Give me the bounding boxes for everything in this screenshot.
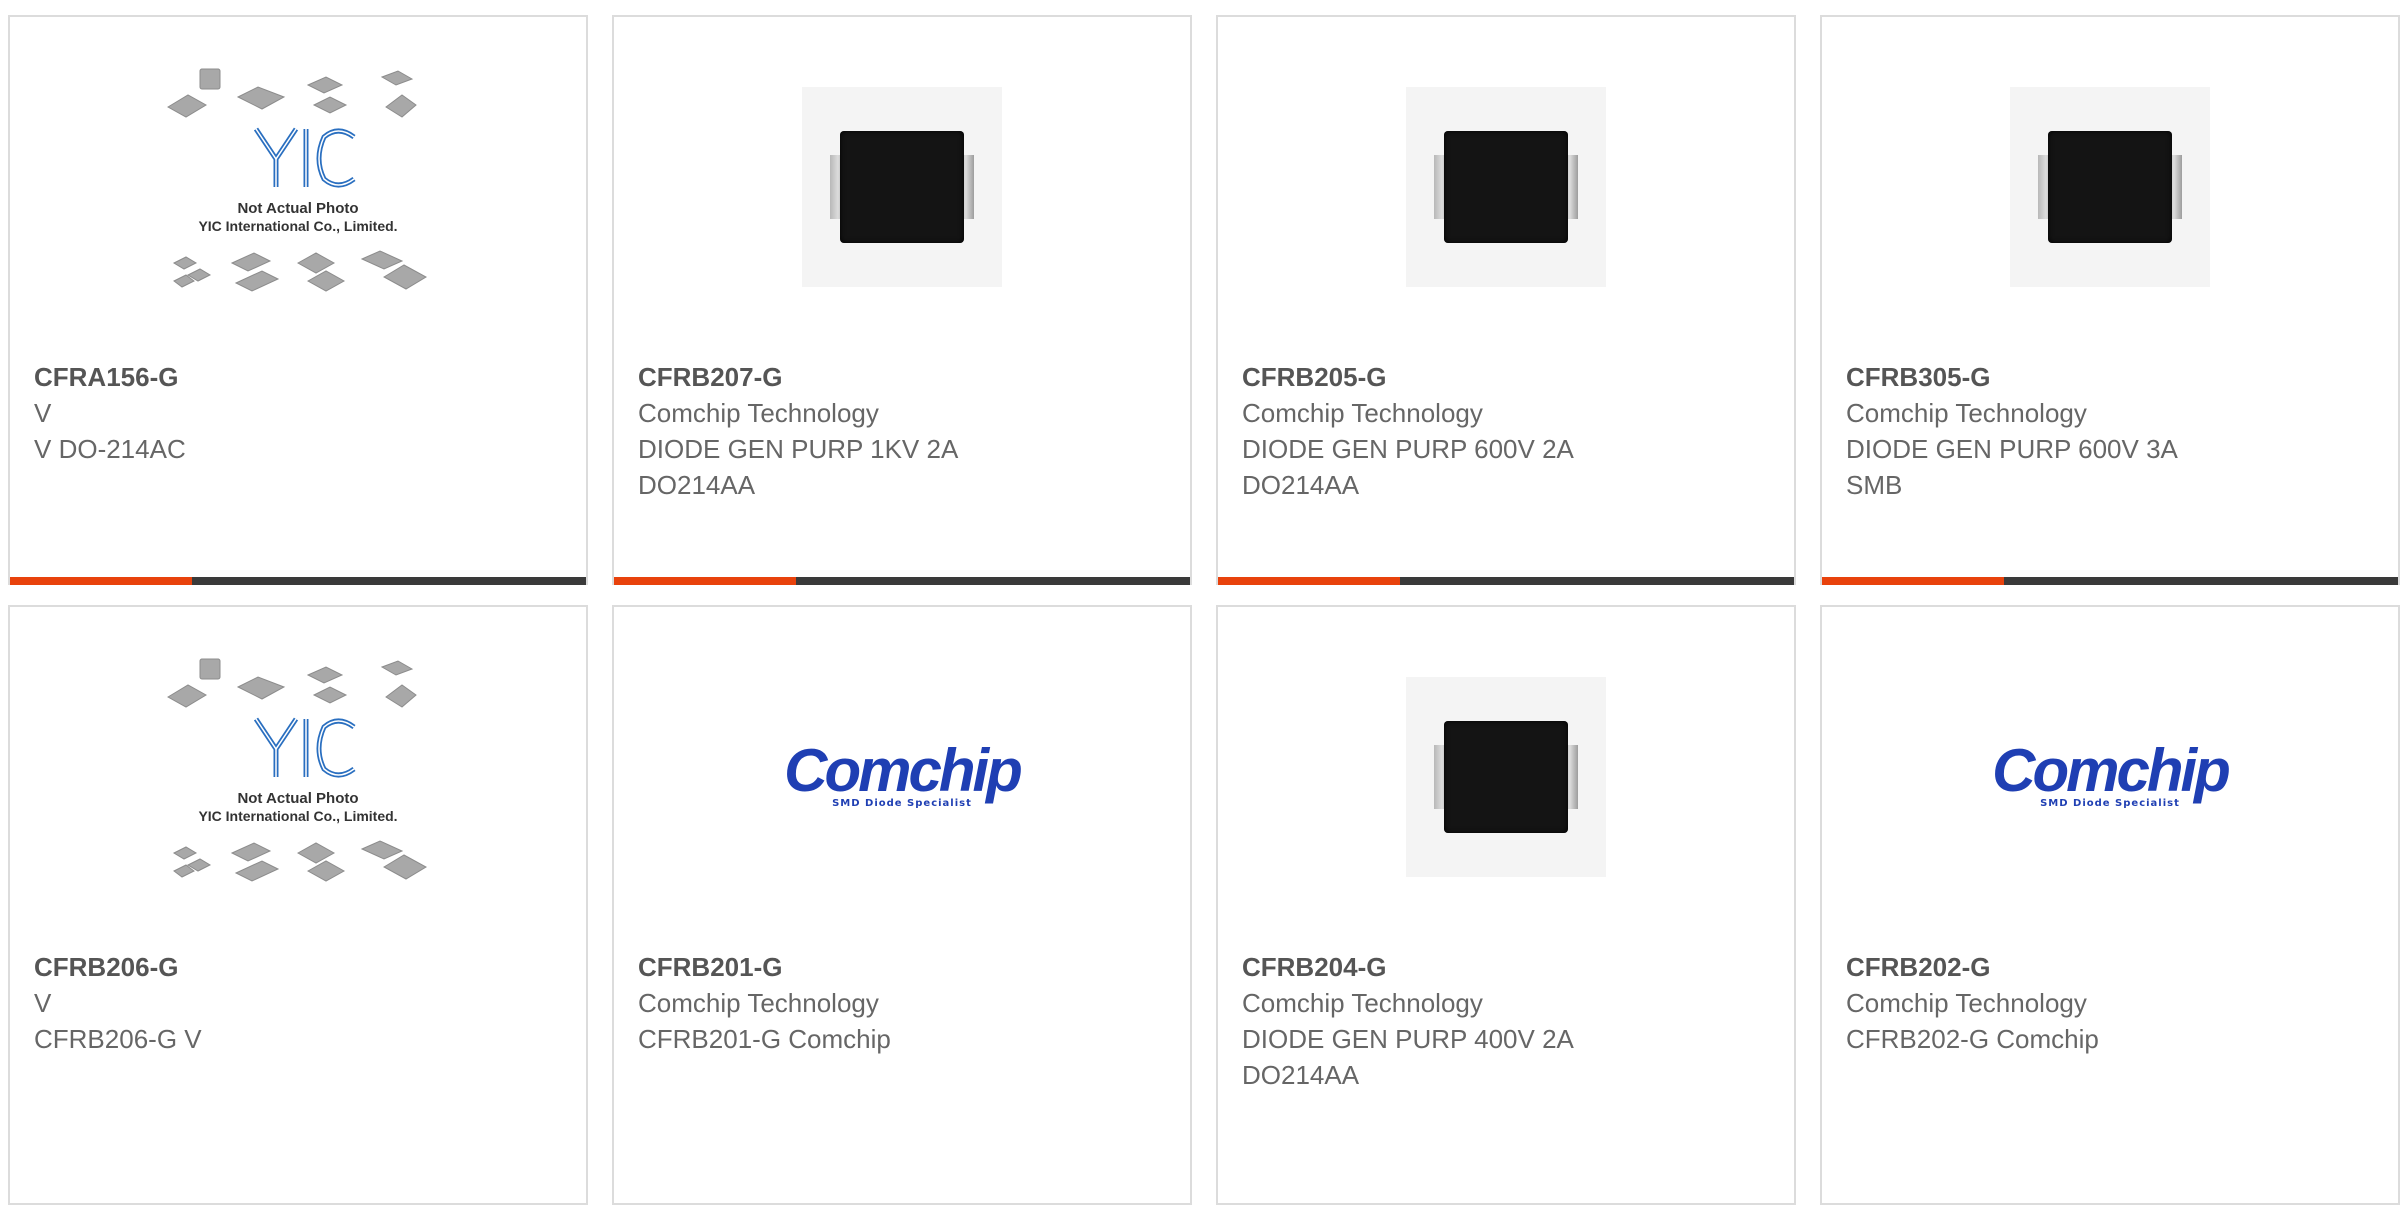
diode-photo (1406, 677, 1606, 877)
description: DIODE GEN PURP 1KV 2A (638, 434, 959, 464)
placeholder-company: YIC International Co., Limited. (198, 808, 397, 824)
part-number[interactable]: CFRB305-G (1846, 359, 2378, 395)
product-image (1218, 87, 1794, 287)
manufacturer: Comchip Technology (1846, 398, 2087, 428)
product-card[interactable]: Comchip SMD Diode Specialist CFRB201-G C… (612, 605, 1192, 1205)
card-bottom-bar (10, 577, 586, 585)
manufacturer: Comchip Technology (638, 988, 879, 1018)
part-number[interactable]: CFRB205-G (1242, 359, 1774, 395)
card-bottom-bar (1822, 577, 2398, 585)
part-number[interactable]: CFRB207-G (638, 359, 1170, 395)
product-card[interactable]: CFRB207-G Comchip Technology DIODE GEN P… (612, 15, 1192, 585)
package: DO214AA (638, 470, 756, 500)
description: CFRB206-G V (34, 1024, 202, 1054)
not-actual-photo-placeholder: Not Actual Photo YIC International Co., … (167, 68, 428, 292)
product-info: CFRB201-G Comchip Technology CFRB201-G C… (638, 949, 1170, 1057)
placeholder-company: YIC International Co., Limited. (198, 218, 397, 234)
product-image: Comchip SMD Diode Specialist (1822, 677, 2398, 877)
card-accent (10, 577, 192, 585)
product-info: CFRB202-G Comchip Technology CFRB202-G C… (1846, 949, 2378, 1057)
placeholder-caption: Not Actual Photo (237, 200, 358, 217)
product-image: Not Actual Photo YIC International Co., … (10, 68, 586, 292)
placeholder-caption: Not Actual Photo (237, 790, 358, 807)
manufacturer: Comchip Technology (638, 398, 879, 428)
logo-word: Comchip (784, 737, 1023, 804)
product-card[interactable]: Not Actual Photo YIC International Co., … (8, 15, 588, 585)
product-info: CFRA156-G V V DO-214AC (34, 359, 566, 467)
diode-photo (1406, 87, 1606, 287)
package: DO214AA (1242, 470, 1360, 500)
card-bottom-bar (1218, 577, 1794, 585)
card-accent (1218, 577, 1400, 585)
card-accent (1822, 577, 2004, 585)
manufacturer: Comchip Technology (1846, 988, 2087, 1018)
manufacturer: Comchip Technology (1242, 988, 1483, 1018)
package: DO214AA (1242, 1060, 1360, 1090)
product-card[interactable]: CFRB305-G Comchip Technology DIODE GEN P… (1820, 15, 2400, 585)
part-number[interactable]: CFRB206-G (34, 949, 566, 985)
product-image: Comchip SMD Diode Specialist (614, 677, 1190, 877)
product-info: CFRB305-G Comchip Technology DIODE GEN P… (1846, 359, 2378, 503)
comchip-logo: Comchip SMD Diode Specialist (784, 737, 1023, 810)
product-info: CFRB207-G Comchip Technology DIODE GEN P… (638, 359, 1170, 503)
product-image (1822, 87, 2398, 287)
manufacturer: V (34, 988, 52, 1018)
product-card[interactable]: Not Actual Photo YIC International Co., … (8, 605, 588, 1205)
product-card[interactable]: Comchip SMD Diode Specialist CFRB202-G C… (1820, 605, 2400, 1205)
product-info: CFRB204-G Comchip Technology DIODE GEN P… (1242, 949, 1774, 1093)
card-accent (614, 577, 796, 585)
product-info: CFRB206-G V CFRB206-G V (34, 949, 566, 1057)
comchip-logo: Comchip SMD Diode Specialist (1992, 737, 2231, 810)
logo-word: Comchip (1992, 737, 2231, 804)
package: SMB (1846, 470, 1903, 500)
not-actual-photo-placeholder: Not Actual Photo YIC International Co., … (167, 658, 428, 882)
product-grid: Not Actual Photo YIC International Co., … (8, 15, 2400, 1205)
description: CFRB201-G Comchip (638, 1024, 891, 1054)
product-image (614, 87, 1190, 287)
description: DIODE GEN PURP 600V 2A (1242, 434, 1574, 464)
part-number[interactable]: CFRA156-G (34, 359, 566, 395)
part-number[interactable]: CFRB202-G (1846, 949, 2378, 985)
manufacturer: V (34, 398, 52, 428)
card-bottom-bar (614, 577, 1190, 585)
description: CFRB202-G Comchip (1846, 1024, 2099, 1054)
product-card[interactable]: CFRB204-G Comchip Technology DIODE GEN P… (1216, 605, 1796, 1205)
description: DIODE GEN PURP 400V 2A (1242, 1024, 1574, 1054)
description: V DO-214AC (34, 434, 186, 464)
diode-photo (802, 87, 1002, 287)
product-image (1218, 677, 1794, 877)
product-info: CFRB205-G Comchip Technology DIODE GEN P… (1242, 359, 1774, 503)
description: DIODE GEN PURP 600V 3A (1846, 434, 2178, 464)
diode-photo (2010, 87, 2210, 287)
part-number[interactable]: CFRB201-G (638, 949, 1170, 985)
manufacturer: Comchip Technology (1242, 398, 1483, 428)
product-image: Not Actual Photo YIC International Co., … (10, 658, 586, 882)
part-number[interactable]: CFRB204-G (1242, 949, 1774, 985)
product-card[interactable]: CFRB205-G Comchip Technology DIODE GEN P… (1216, 15, 1796, 585)
